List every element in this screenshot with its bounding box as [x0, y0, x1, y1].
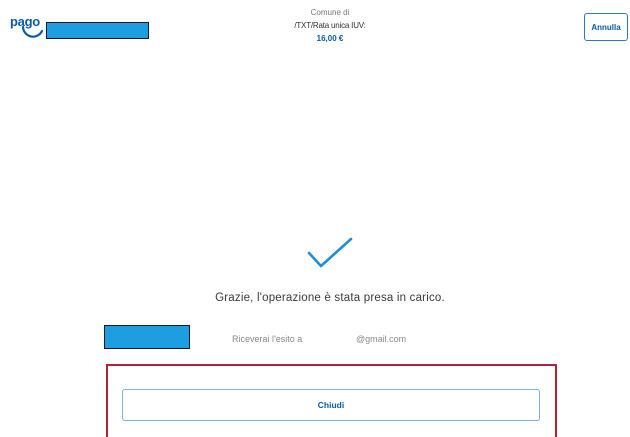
redaction-block: [46, 22, 149, 39]
payment-description: /TXT/Rata unica IUV:: [294, 21, 366, 30]
payment-confirmation-page: pago Comune di /TXT/Rata unica IUV: 16,0…: [0, 0, 630, 437]
checkmark-icon: [307, 237, 353, 268]
close-button[interactable]: Chiudi: [122, 389, 540, 421]
receipt-label: Riceverai l'esito a: [232, 334, 303, 344]
redaction-block: [104, 325, 190, 349]
confirmation-message: Grazie, l'operazione è stata presa in ca…: [215, 292, 445, 304]
comune-label: Comune di: [310, 8, 350, 17]
cancel-button[interactable]: Annulla: [584, 13, 628, 41]
logo-arc-icon: [21, 25, 44, 38]
payment-summary: Comune di /TXT/Rata unica IUV: 16,00 €: [250, 6, 410, 45]
payment-amount: 16,00 €: [316, 34, 344, 43]
receipt-email: @gmail.com: [356, 334, 407, 344]
pagopa-logo: pago: [10, 10, 149, 40]
